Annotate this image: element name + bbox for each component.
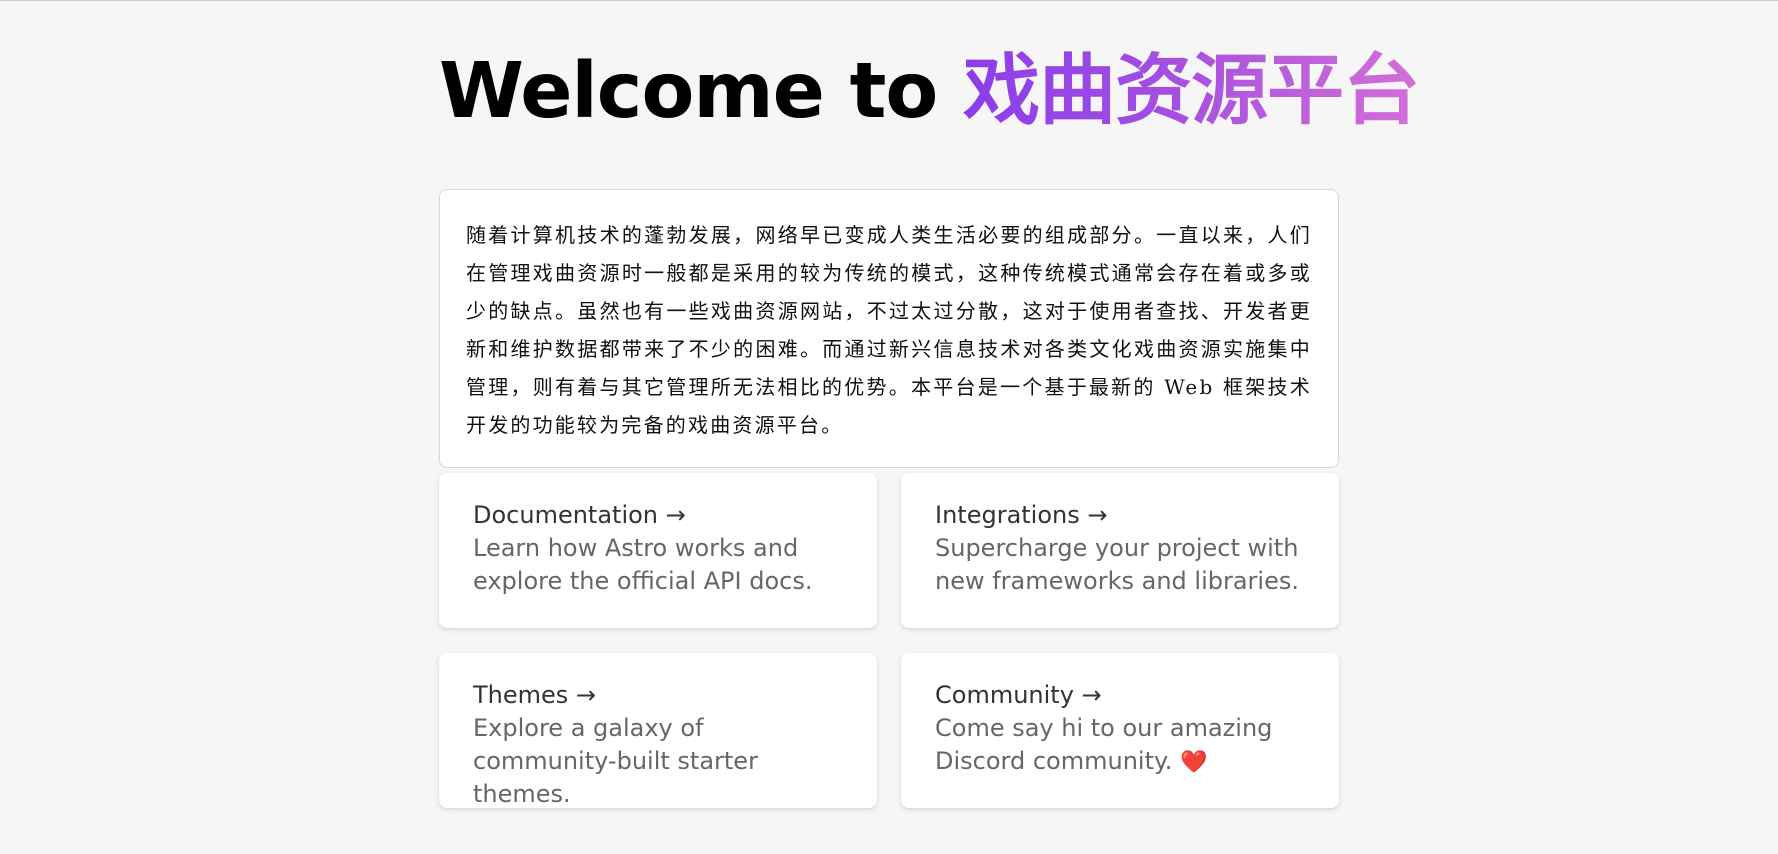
card-description: Supercharge your project with new framew… <box>935 534 1299 595</box>
card-title: Integrations → <box>935 501 1108 529</box>
card-title: Themes → <box>473 681 597 709</box>
card-title: Community → <box>935 681 1102 709</box>
heart-icon: ❤️ <box>1180 750 1208 775</box>
card-title: Documentation → <box>473 501 686 529</box>
page-title-prefix: Welcome to <box>439 47 964 136</box>
documentation-card[interactable]: Documentation → Learn how Astro works an… <box>439 473 877 628</box>
themes-card[interactable]: Themes → Explore a galaxy of community-b… <box>439 653 877 808</box>
card-description-text: Come say hi to our amazing Discord commu… <box>935 714 1273 775</box>
integrations-card[interactable]: Integrations → Supercharge your project … <box>901 473 1339 628</box>
card-description: Learn how Astro works and explore the of… <box>473 534 813 595</box>
card-description: Explore a galaxy of community-built star… <box>473 714 758 808</box>
card-description: Come say hi to our amazing Discord commu… <box>935 712 1305 779</box>
page-title: Welcome to 戏曲资源平台 <box>439 42 1420 142</box>
top-divider <box>0 0 1778 1</box>
page-title-highlight: 戏曲资源平台 <box>963 47 1420 136</box>
community-card[interactable]: Community → Come say hi to our amazing D… <box>901 653 1339 808</box>
intro-paragraph: 随着计算机技术的蓬勃发展，网络早已变成人类生活必要的组成部分。一直以来，人们在管… <box>439 189 1339 468</box>
